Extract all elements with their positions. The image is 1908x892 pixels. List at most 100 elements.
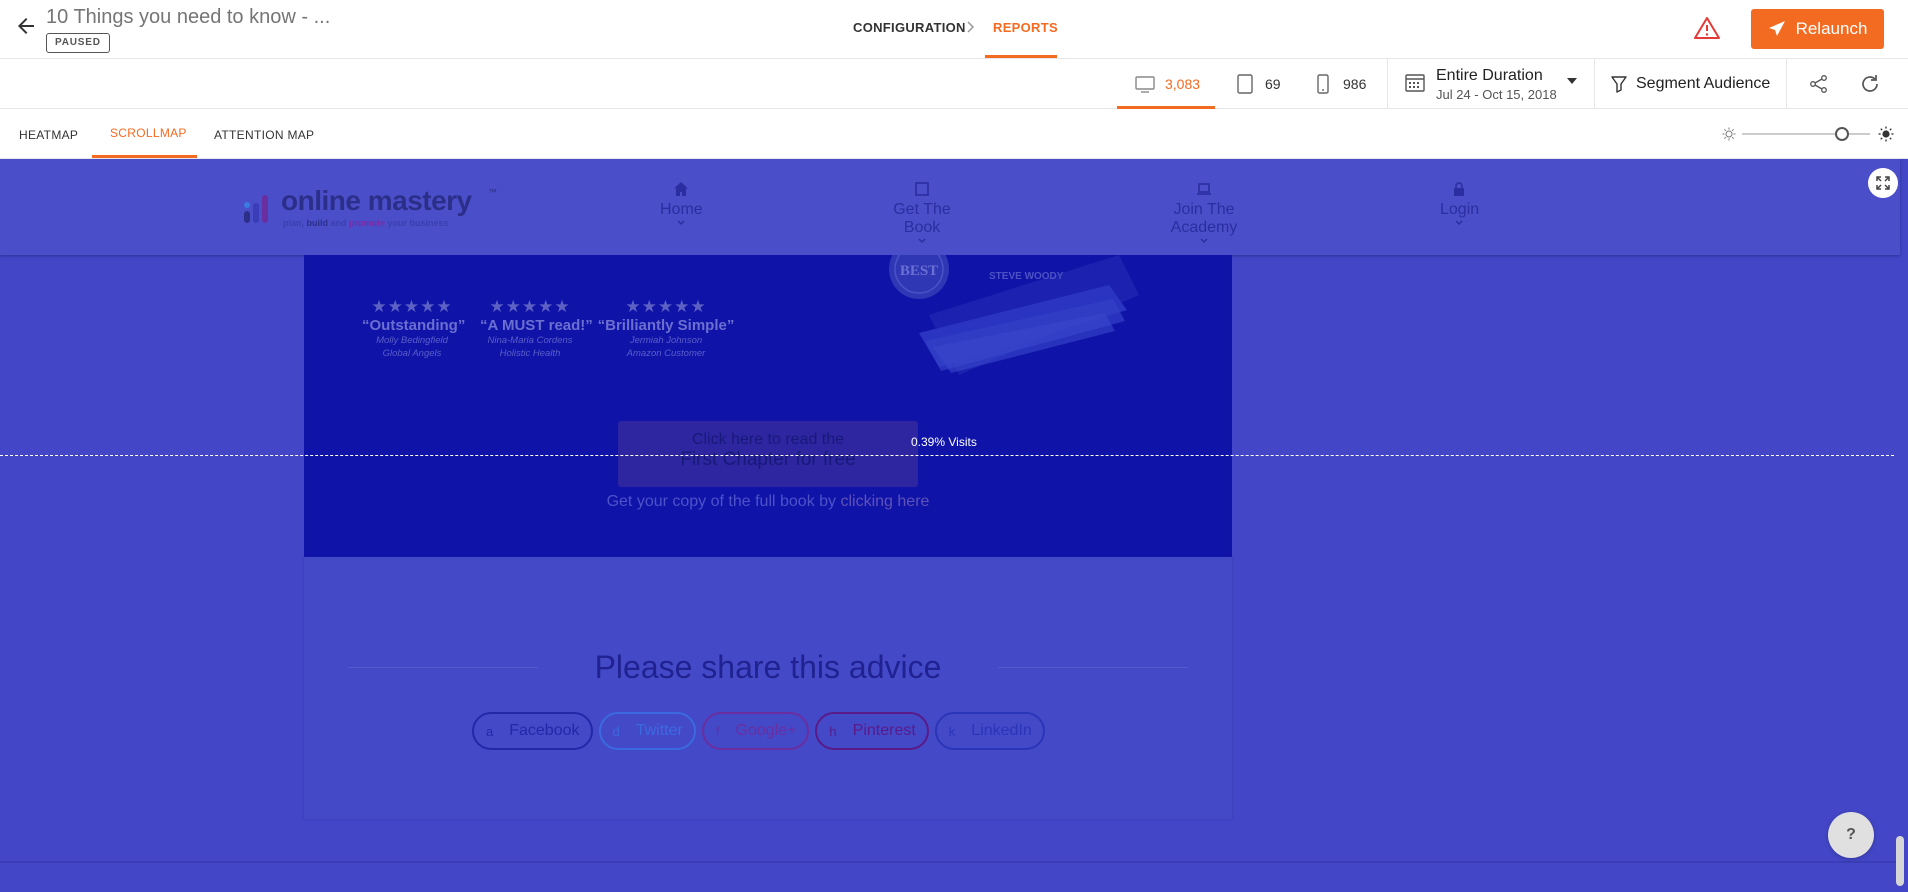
divider — [1387, 59, 1388, 109]
rating-stars: ★★★★★ — [489, 297, 571, 316]
book-icon — [915, 182, 929, 196]
site-nav-academy-label: Join The Academy — [1170, 201, 1238, 236]
breadcrumb-reports[interactable]: REPORTS — [993, 20, 1058, 35]
device-desktop[interactable]: 3,083 — [1134, 59, 1200, 109]
breadcrumb-configuration[interactable]: CONFIGURATION — [853, 20, 966, 35]
brightness-slider — [1722, 123, 1894, 145]
book-author-text: STEVE WOODY — [989, 271, 1064, 282]
share-pinterest-button[interactable]: h Pinterest — [815, 712, 929, 750]
device-mobile[interactable]: 986 — [1312, 59, 1366, 109]
share-googleplus-button[interactable]: f Google+ — [701, 712, 810, 750]
review-author: Nina-Maria Cordens — [487, 335, 573, 346]
review-quote: “Outstanding” — [362, 317, 466, 334]
calendar-icon — [1405, 74, 1425, 92]
top-bar: 10 Things you need to know - ... PAUSED … — [0, 0, 1908, 59]
scroll-depth-label: 0.39% Visits — [911, 435, 977, 449]
clicking-here-link[interactable]: clicking here — [840, 493, 929, 510]
date-range-label: Entire Duration — [1436, 67, 1543, 84]
book-cover-image: BEST STEVE WOODY — [889, 255, 1139, 375]
site-nav-home[interactable]: Home — [660, 181, 703, 226]
site-nav-book-label: Get The Book — [893, 201, 951, 236]
mobile-icon — [1317, 74, 1329, 94]
relaunch-label: Relaunch — [1795, 19, 1868, 38]
tablet-count: 69 — [1265, 76, 1281, 92]
tagline-business: your business — [387, 218, 449, 228]
site-nav-join-academy[interactable]: Join The Academy — [1141, 181, 1267, 244]
tagline-build: build — [306, 218, 331, 228]
twitter-icon: d — [612, 723, 620, 739]
get-copy-text: Get your copy of the full book by clicki… — [304, 493, 1232, 511]
send-icon — [1768, 21, 1785, 36]
linkedin-icon: k — [948, 723, 956, 739]
active-breadcrumb-indicator — [985, 55, 1057, 58]
brightness-track[interactable] — [1742, 133, 1870, 135]
status-badge: PAUSED — [46, 33, 110, 53]
share-buttons: a Facebook d Twitter f Google+ h Pinterest k… — [472, 712, 1045, 750]
cta-line-2: First Chapter for free — [680, 449, 856, 470]
share-linkedin-label: LinkedIn — [971, 722, 1032, 739]
share-twitter-button[interactable]: d Twitter — [598, 712, 696, 750]
site-nav-login[interactable]: Login — [1440, 181, 1480, 226]
rating-stars: ★★★★★ — [625, 297, 707, 316]
book-hero-section: ★★★★★ “Outstanding” Molly Bedingfield Gl… — [304, 255, 1232, 557]
stats-bar: 3,083 69 986 Entire Duration Jul 24 - Oc… — [0, 59, 1908, 109]
tablet-icon — [1237, 74, 1253, 94]
share-linkedin-button[interactable]: k LinkedIn — [934, 712, 1045, 750]
warning-icon[interactable] — [1694, 16, 1720, 40]
tagline-plan: plan, — [283, 218, 307, 228]
tab-scrollmap[interactable]: SCROLLMAP — [110, 126, 187, 140]
help-button[interactable]: ? — [1828, 812, 1874, 858]
review-quote: “Brilliantly Simple” — [597, 317, 735, 334]
site-nav-get-the-book[interactable]: Get The Book — [873, 181, 971, 244]
scroll-depth-line — [0, 455, 1894, 456]
review-org: Amazon Customer — [626, 348, 706, 359]
segment-audience-label: Segment Audience — [1636, 75, 1771, 92]
chevron-down-icon — [677, 220, 685, 226]
review-org: Global Angels — [382, 348, 442, 359]
tab-attention-map[interactable]: ATTENTION MAP — [214, 128, 314, 142]
app-root: 10 Things you need to know - ... PAUSED … — [0, 0, 1908, 892]
date-range-value: Jul 24 - Oct 15, 2018 — [1436, 87, 1557, 102]
refresh-icon[interactable] — [1859, 73, 1881, 95]
segment-audience-button[interactable]: Segment Audience — [1610, 59, 1770, 109]
brightness-low-icon — [1722, 127, 1736, 141]
fullscreen-button[interactable] — [1868, 168, 1898, 198]
review-item: ★★★★★ “Outstanding” Molly Bedingfield Gl… — [362, 297, 466, 360]
brightness-thumb[interactable] — [1834, 127, 1849, 141]
share-googleplus-label: Google+ — [735, 722, 797, 739]
back-arrow-icon[interactable] — [14, 14, 38, 38]
tab-heatmap[interactable]: HEATMAP — [19, 128, 78, 142]
logo-trademark: ™ — [488, 187, 497, 197]
page-title: 10 Things you need to know - ... — [46, 6, 331, 28]
review-item: ★★★★★ “A MUST read!” Nina-Maria Cordens … — [480, 297, 593, 360]
desktop-count: 3,083 — [1165, 76, 1201, 92]
logo-bars-icon — [244, 195, 268, 223]
share-facebook-label: Facebook — [509, 722, 580, 739]
lock-icon — [1454, 182, 1464, 196]
read-first-chapter-button[interactable]: Click here to read the First Chapter for… — [618, 421, 918, 487]
tagline-promote: promote — [349, 218, 388, 228]
logo-wordmark: online mastery — [281, 185, 472, 216]
logo-tagline: plan, build and promote your business — [283, 218, 449, 228]
tagline-and: and — [330, 218, 350, 228]
device-tablet[interactable]: 69 — [1234, 59, 1281, 109]
mobile-count: 986 — [1343, 76, 1367, 92]
share-facebook-button[interactable]: a Facebook — [472, 712, 593, 750]
get-copy-label: Get your copy of the full book by — [606, 493, 841, 510]
share-title: Please share this advice — [594, 649, 942, 685]
divider — [1786, 59, 1787, 109]
date-range-dropdown[interactable]: Entire Duration Jul 24 - Oct 15, 2018 — [1404, 67, 1584, 103]
share-pinterest-label: Pinterest — [852, 722, 916, 739]
divider — [1594, 59, 1595, 109]
scrollmap-viewport[interactable]: online mastery ™ plan, build and promote… — [0, 159, 1908, 892]
review-author: Jermiah Johnson — [629, 335, 703, 346]
share-icon[interactable] — [1808, 73, 1830, 95]
vertical-scrollbar[interactable] — [1896, 836, 1904, 886]
expand-icon — [1876, 176, 1890, 190]
share-twitter-label: Twitter — [635, 722, 683, 739]
site-nav-home-label: Home — [660, 201, 703, 218]
site-nav-login-label: Login — [1440, 201, 1480, 218]
site-logo[interactable]: online mastery ™ plan, build and promote… — [243, 185, 503, 229]
googleplus-icon: f — [715, 723, 720, 739]
relaunch-button[interactable]: Relaunch — [1751, 9, 1884, 49]
